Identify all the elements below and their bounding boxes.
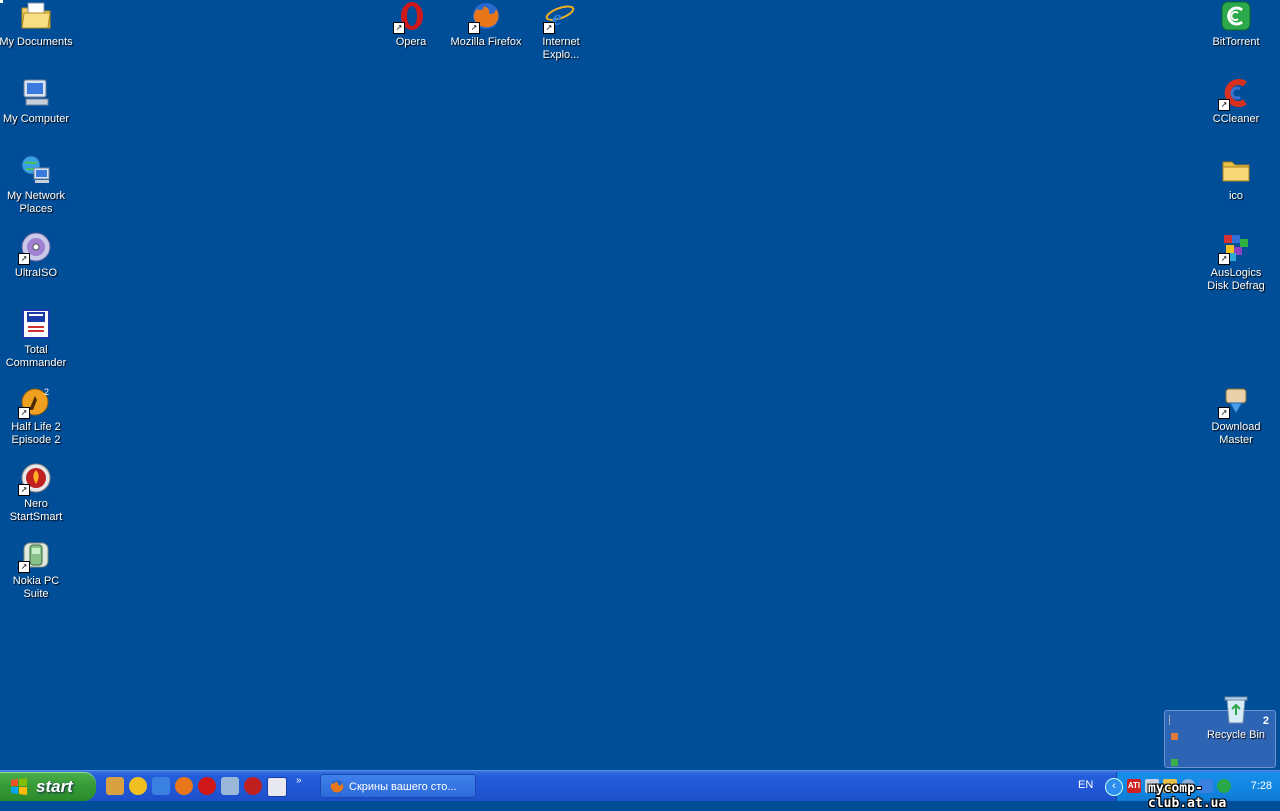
icon-label: Nokia PC Suite xyxy=(12,575,60,600)
widget-orange-indicator xyxy=(1171,733,1178,740)
desktop-icon-bittorrent[interactable]: BitTorrent xyxy=(1198,0,1274,49)
shortcut-arrow-icon: ↗ xyxy=(543,22,555,34)
widget-green-indicator xyxy=(1171,759,1178,766)
shortcut-arrow-icon: ↗ xyxy=(1218,407,1230,419)
total-commander-icon xyxy=(20,308,52,340)
icon-label: BitTorrent xyxy=(1212,36,1260,48)
icon-label: My Computer xyxy=(2,113,70,125)
start-button[interactable]: start xyxy=(0,772,96,801)
icon-label: Half Life 2 Episode 2 xyxy=(11,421,61,446)
internet-explorer-quicklaunch-icon[interactable] xyxy=(152,777,170,795)
icon-label: Recycle Bin xyxy=(1206,729,1266,741)
desktop-icon-nokia[interactable]: ↗ Nokia PC Suite xyxy=(0,539,74,601)
my-documents-icon xyxy=(20,0,52,32)
recycle-bin-icon xyxy=(1220,693,1252,725)
task-label: Скрины вашего сто... xyxy=(349,781,457,793)
desktop-icon-recycle-bin[interactable]: Recycle Bin xyxy=(1198,693,1274,742)
desktop-icon-my-documents[interactable]: My Documents xyxy=(0,0,74,49)
icon-label: UltraISO xyxy=(14,267,58,279)
desktop-icon-opera[interactable]: ↗ Opera xyxy=(373,0,449,49)
desktop-icon-half-life[interactable]: 2 ↗ Half Life 2 Episode 2 xyxy=(0,385,74,447)
desktop-icon-ccleaner[interactable]: ↗ CCleaner xyxy=(1198,77,1274,126)
desktop-icon-firefox[interactable]: ↗ Mozilla Firefox xyxy=(448,0,524,49)
shortcut-arrow-icon: ↗ xyxy=(18,407,30,419)
windows-logo-icon xyxy=(11,778,27,795)
firefox-quicklaunch-icon[interactable] xyxy=(175,777,193,795)
ati-tray-icon[interactable]: ATI xyxy=(1127,779,1141,793)
taskbar: start » Скрины вашего сто... EN ‹ ATI 7:… xyxy=(0,770,1280,801)
desktop-icon-network-places[interactable]: My Network Places xyxy=(0,154,74,216)
taskbar-button-firefox-window[interactable]: Скрины вашего сто... xyxy=(320,774,476,798)
svg-text:2: 2 xyxy=(44,387,49,397)
download-master-icon: ↗ xyxy=(1218,385,1252,419)
desktop-icon-ico-folder[interactable]: ico xyxy=(1198,154,1274,203)
network-places-icon xyxy=(20,154,52,186)
firefox-icon: ↗ xyxy=(468,0,502,34)
shortcut-arrow-icon: ↗ xyxy=(393,22,405,34)
quick-launch-more-icon[interactable]: » xyxy=(296,775,302,797)
desktop-icon-disk-defrag[interactable]: ↗ AusLogics Disk Defrag xyxy=(1198,231,1274,293)
start-label: start xyxy=(36,777,73,796)
icon-label: ico xyxy=(1228,190,1244,202)
shortcut-arrow-icon: ↗ xyxy=(1218,253,1230,265)
desktop: My Documents My Computer My Network Plac… xyxy=(0,0,1280,770)
tray-expand-icon[interactable]: ‹ xyxy=(1105,778,1123,796)
desktop-icon-internet-explorer[interactable]: e ↗ Internet Explo... xyxy=(523,0,599,62)
icon-label: My Documents xyxy=(0,36,73,48)
shortcut-arrow-icon: ↗ xyxy=(1218,99,1230,111)
nero-icon: ↗ xyxy=(18,462,52,496)
shortcut-arrow-icon: ↗ xyxy=(18,484,30,496)
watermark: mycomp-club.at.ua xyxy=(1148,781,1227,811)
icon-label: Download Master xyxy=(1211,421,1261,446)
folder-icon xyxy=(1220,154,1252,186)
widget-bars-icon xyxy=(1169,715,1190,725)
ati-label: ATI xyxy=(1127,781,1141,790)
desktop-icon-my-computer[interactable]: My Computer xyxy=(0,77,74,126)
shortcut-arrow-icon: ↗ xyxy=(468,22,480,34)
shortcut-arrow-icon: ↗ xyxy=(18,561,30,573)
icon-label: CCleaner xyxy=(1212,113,1260,125)
icon-label: Nero StartSmart xyxy=(9,498,63,523)
icon-label: Total Commander xyxy=(5,344,67,369)
nero-quicklaunch-icon[interactable] xyxy=(244,777,262,795)
internet-explorer-icon: e ↗ xyxy=(543,0,577,34)
info-icon[interactable] xyxy=(129,777,147,795)
icon-label: AusLogics Disk Defrag xyxy=(1207,267,1265,292)
quick-launch: » xyxy=(106,775,302,797)
half-life-icon: 2 ↗ xyxy=(18,385,52,419)
desktop-icon-total-commander[interactable]: Total Commander xyxy=(0,308,74,370)
icon-label: Opera xyxy=(395,36,427,48)
desktop-icon-ultraiso[interactable]: ↗ UltraISO xyxy=(0,231,74,280)
nokia-icon: ↗ xyxy=(18,539,52,573)
desktop-icon-download-master[interactable]: ↗ Download Master xyxy=(1198,385,1274,447)
icon-label: Mozilla Firefox xyxy=(450,36,522,48)
icon-label: My Network Places xyxy=(6,190,66,215)
media-player-quicklaunch-icon[interactable] xyxy=(221,777,239,795)
ultraiso-icon: ↗ xyxy=(18,231,52,265)
firefox-task-icon xyxy=(330,780,344,794)
shortcut-arrow-icon: ↗ xyxy=(18,253,30,265)
icon-label: Internet Explo... xyxy=(542,36,580,61)
disk-defrag-icon: ↗ xyxy=(1218,231,1252,265)
bittorrent-icon xyxy=(1220,0,1252,32)
total-commander-quicklaunch-icon[interactable] xyxy=(267,777,287,797)
show-desktop-icon[interactable] xyxy=(106,777,124,795)
language-indicator[interactable]: EN xyxy=(1078,779,1093,791)
opera-quicklaunch-icon[interactable] xyxy=(198,777,216,795)
desktop-icon-nero[interactable]: ↗ Nero StartSmart xyxy=(0,462,74,524)
my-computer-icon xyxy=(20,77,52,109)
opera-icon: ↗ xyxy=(393,0,427,34)
ccleaner-icon: ↗ xyxy=(1218,77,1252,111)
